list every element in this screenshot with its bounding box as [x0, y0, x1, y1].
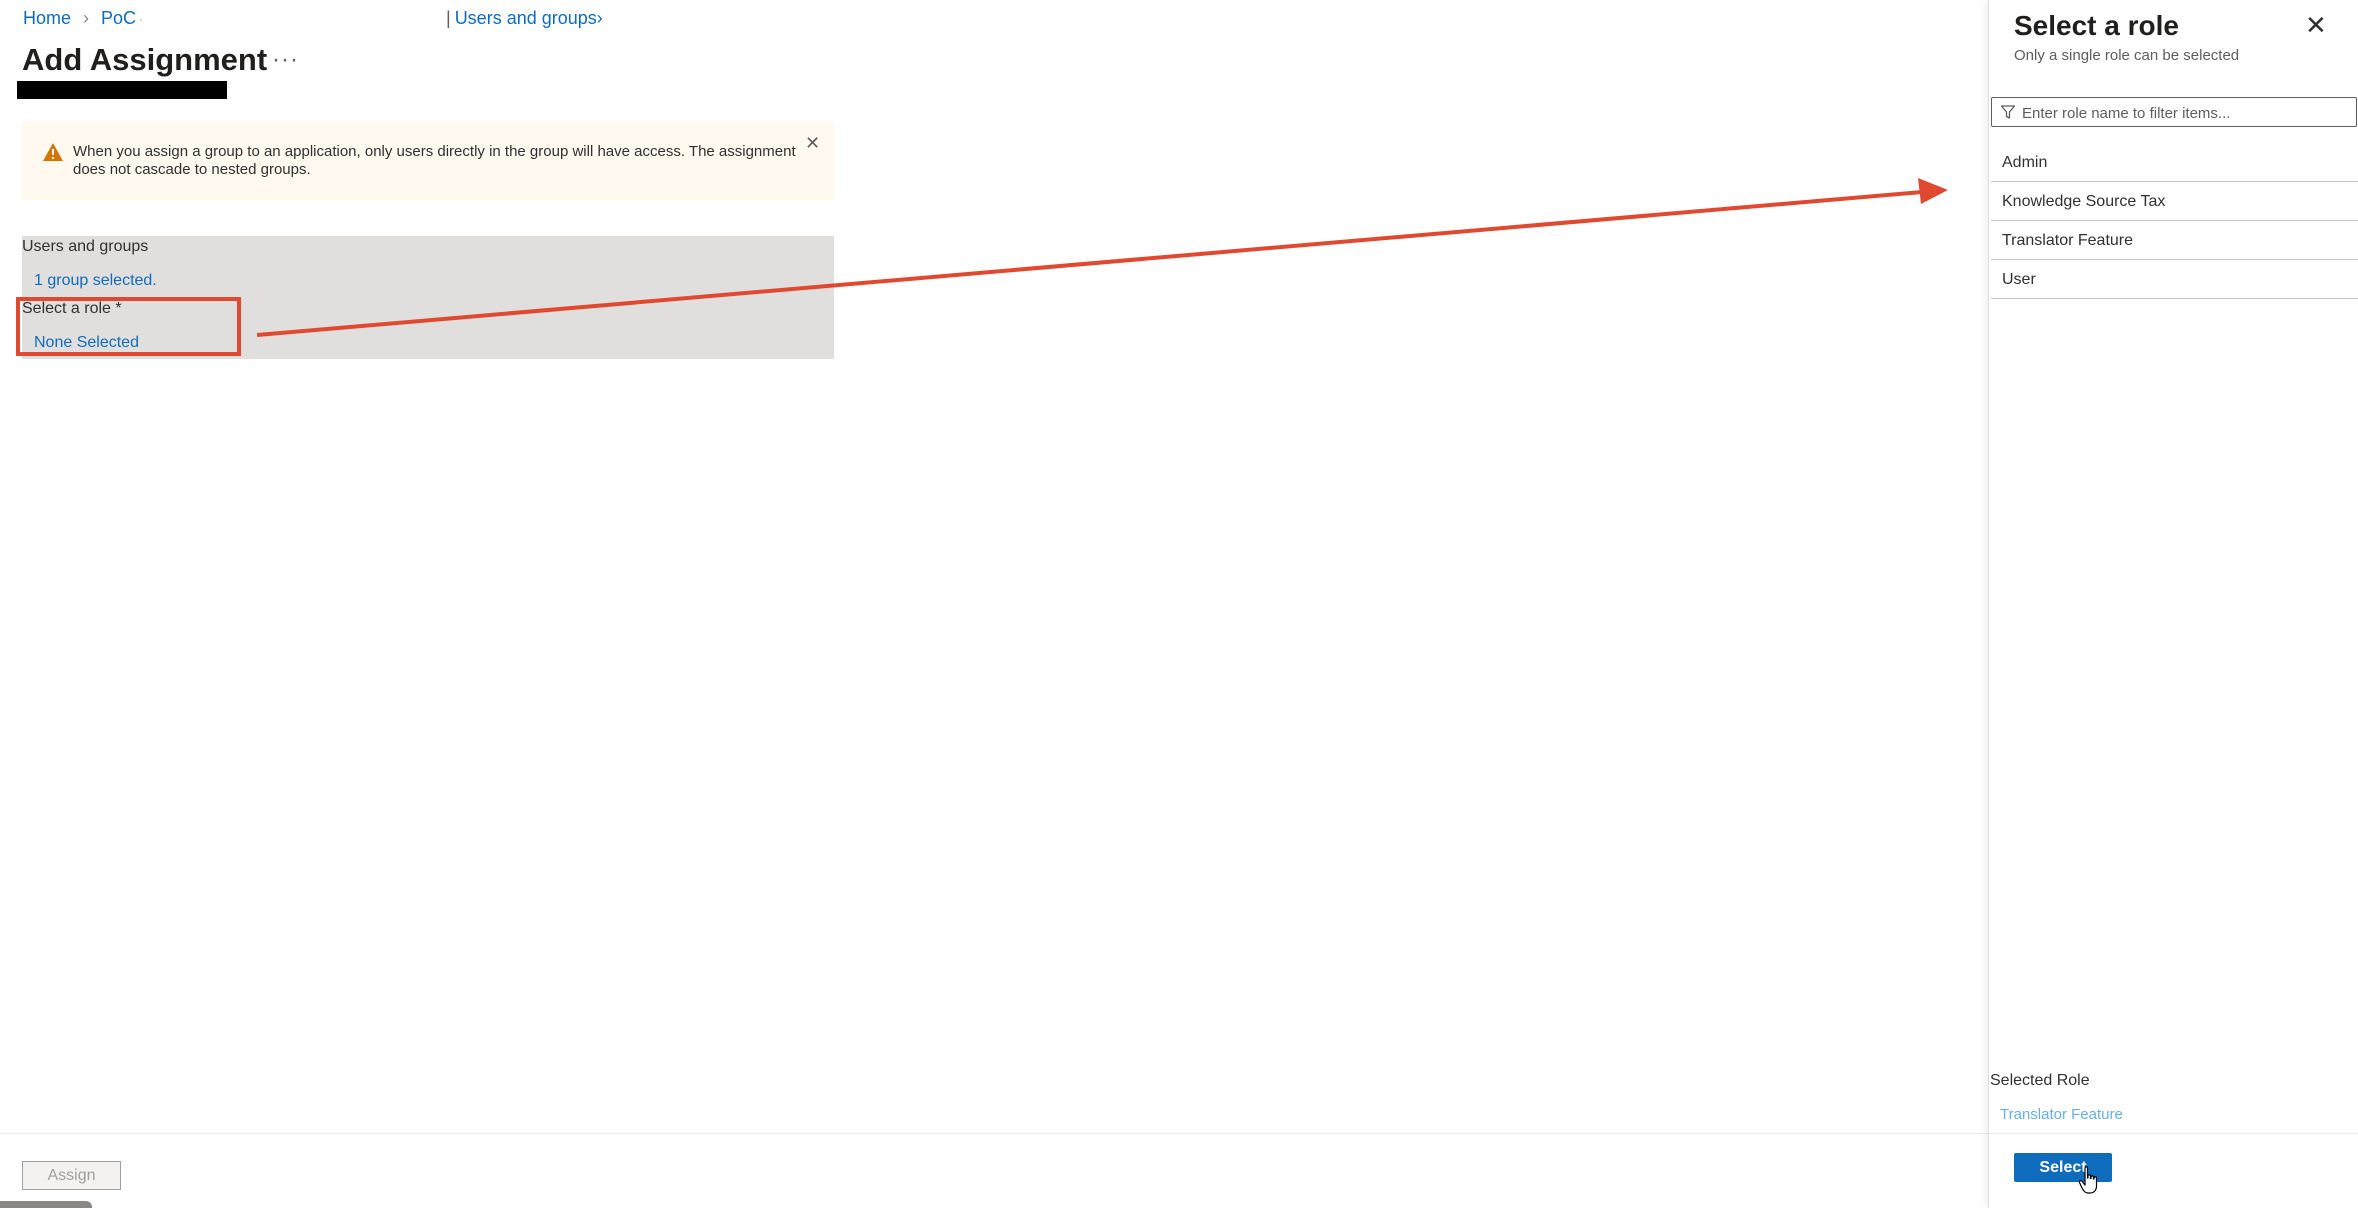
- hand-cursor-icon: [2078, 1166, 2098, 1194]
- redaction-bar: [17, 81, 227, 99]
- page-title: Add Assignment: [22, 42, 268, 77]
- breadcrumb: Home › PoC ·: [23, 8, 143, 29]
- role-option-admin[interactable]: Admin: [1991, 143, 2358, 182]
- panel-title: Select a role: [2014, 10, 2179, 41]
- breadcrumb-divider: |: [446, 8, 451, 28]
- breadcrumb-users-and-groups[interactable]: Users and groups: [455, 8, 597, 29]
- role-option-user[interactable]: User: [1991, 260, 2358, 299]
- panel-subtitle: Only a single role can be selected: [2014, 47, 2240, 64]
- chevron-right-icon: ›: [83, 8, 90, 28]
- breadcrumb-users-groups: | Users and groups ›: [446, 8, 603, 29]
- selected-role-value: Translator Feature: [2000, 1106, 2123, 1123]
- panel-footer-divider: [1989, 1133, 2358, 1134]
- role-filter-input[interactable]: [2020, 100, 2354, 126]
- users-groups-value[interactable]: 1 group selected.: [34, 272, 157, 290]
- warning-icon: [43, 143, 63, 161]
- more-icon[interactable]: ···: [272, 46, 299, 74]
- filter-icon: [2000, 105, 2016, 119]
- role-option-knowledge-source-tax[interactable]: Knowledge Source Tax: [1991, 182, 2358, 221]
- annotation-highlight-box: [16, 297, 241, 356]
- footer-divider: [0, 1133, 1988, 1134]
- breadcrumb-dot: ·: [139, 11, 144, 26]
- role-option-translator-feature[interactable]: Translator Feature: [1991, 221, 2358, 260]
- close-icon[interactable]: ✕: [805, 133, 820, 154]
- warning-banner: When you assign a group to an applicatio…: [22, 122, 834, 200]
- select-role-panel: Select a role Only a single role can be …: [1988, 0, 2358, 1208]
- role-filter-box: [1991, 97, 2357, 127]
- selected-role-label: Selected Role: [1990, 1072, 2090, 1089]
- warning-text: When you assign a group to an applicatio…: [73, 143, 796, 178]
- assign-button[interactable]: Assign: [22, 1161, 121, 1190]
- corner-indicator: [0, 1201, 92, 1208]
- breadcrumb-poc[interactable]: PoC: [101, 8, 136, 29]
- users-groups-label: Users and groups: [22, 238, 149, 255]
- chevron-right-icon: ›: [596, 8, 603, 28]
- breadcrumb-home[interactable]: Home: [23, 8, 71, 29]
- close-icon[interactable]: ✕: [2305, 10, 2327, 41]
